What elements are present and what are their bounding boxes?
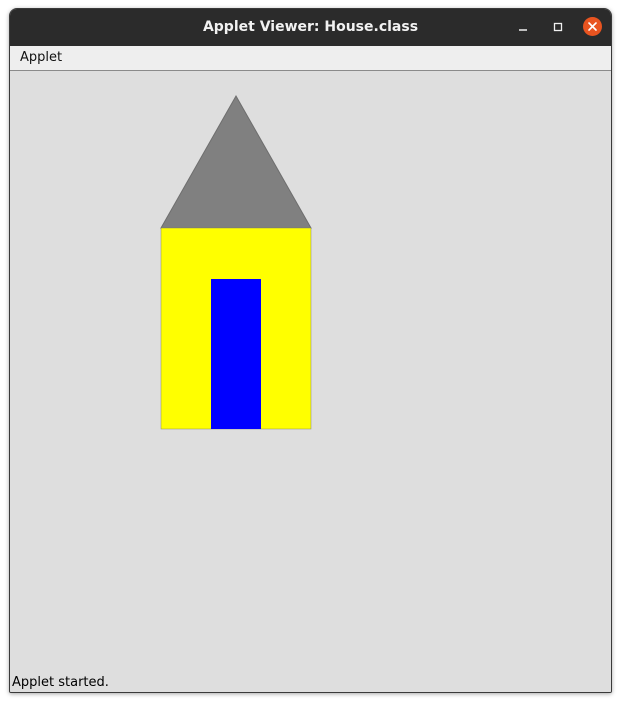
title-bar[interactable]: Applet Viewer: House.class <box>10 9 611 46</box>
applet-viewer-window: Applet Viewer: House.class Applet Applet… <box>9 8 612 693</box>
house-door <box>211 279 261 429</box>
menu-bar: Applet <box>10 46 611 71</box>
maximize-button[interactable] <box>549 18 567 36</box>
applet-canvas <box>10 71 611 676</box>
house-roof <box>160 94 312 229</box>
close-button[interactable] <box>583 17 602 36</box>
house-drawing <box>160 94 312 430</box>
status-bar: Applet started. <box>10 674 611 692</box>
minimize-button[interactable] <box>514 18 532 36</box>
status-text: Applet started. <box>12 675 109 690</box>
close-icon <box>588 22 597 31</box>
minimize-icon <box>519 29 527 31</box>
maximize-icon <box>553 22 563 32</box>
menu-applet[interactable]: Applet <box>20 46 62 70</box>
